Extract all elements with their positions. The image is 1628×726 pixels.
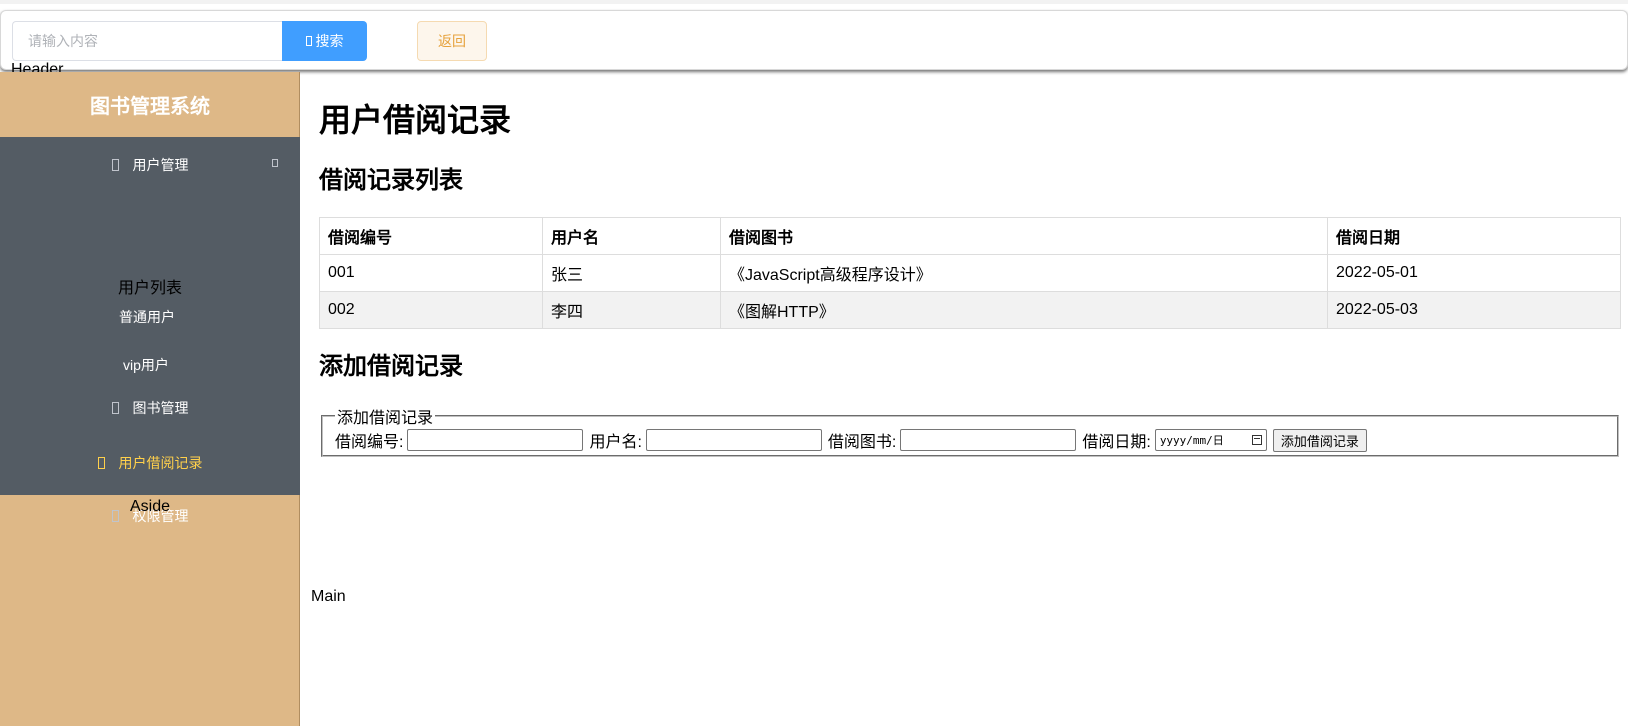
sidebar-item-vip-users[interactable]: vip用户 (123, 355, 169, 375)
sidebar-item-user-management[interactable]: 用户管理 (0, 137, 300, 193)
column-header: 借阅图书 (720, 217, 1328, 255)
username-input[interactable] (645, 429, 822, 451)
borrow-id-input[interactable] (407, 429, 584, 451)
form-legend: 添加借阅记录 (337, 410, 434, 427)
sidebar-item-regular-users[interactable]: 普通用户 (119, 307, 175, 327)
header-bar: 搜索 返回 (0, 10, 1628, 70)
sidebar-item-label: 用户借阅记录 (118, 455, 203, 471)
table-cell: 001 (319, 254, 543, 292)
sidebar-item-borrow-records[interactable]: 用户借阅记录 (0, 435, 300, 491)
browser-top-strip (0, 0, 1628, 4)
column-header: 用户名 (542, 217, 721, 255)
aside-region-label: Aside (130, 498, 171, 515)
search-button[interactable]: 搜索 (282, 21, 367, 61)
main-region-label: Main (311, 588, 346, 605)
table-row: 001 张三 《JavaScript高级程序设计》 2022-05-01 (319, 254, 1621, 292)
sidebar-menu: 用户管理 用户列表 普通用户 vip用户 图书管理 用户借阅记录 权限管理 (0, 137, 300, 524)
column-header: 借阅编号 (319, 217, 543, 255)
table-cell: 张三 (542, 254, 721, 292)
borrow-records-table: 借阅编号 用户名 借阅图书 借阅日期 001 张三 《JavaScript高级程… (319, 217, 1621, 329)
table-cell: 《图解HTTP》 (720, 291, 1328, 329)
calendar-icon[interactable] (1251, 435, 1262, 445)
table-row: 002 李四 《图解HTTP》 2022-05-03 (319, 291, 1621, 329)
borrow-id-label: 借阅编号: (335, 434, 404, 451)
page-title: 用户借阅记录 (319, 102, 512, 138)
table-header-row: 借阅编号 用户名 借阅图书 借阅日期 (319, 217, 1621, 255)
table-cell: 002 (319, 291, 543, 329)
list-section-title: 借阅记录列表 (319, 167, 463, 194)
table-cell: 李四 (542, 291, 721, 329)
table-cell: 《JavaScript高级程序设计》 (720, 254, 1328, 292)
menu-group-title-user-list: 用户列表 (118, 280, 183, 297)
username-label: 用户名: (589, 434, 642, 451)
book-label: 借阅图书: (827, 434, 897, 451)
app-title: 图书管理系统 (90, 96, 210, 118)
add-record-form: 添加借阅记录 借阅编号: 用户名: 借阅图书: 借阅日期: yyyy/mm/日 … (321, 404, 1619, 457)
book-icon (111, 402, 119, 414)
sidebar-item-label: 图书管理 (132, 400, 189, 416)
form-row: 借阅编号: 用户名: 借阅图书: 借阅日期: yyyy/mm/日 添加借阅记录 (335, 426, 1605, 454)
search-input[interactable] (12, 21, 282, 61)
date-placeholder: yyyy/mm/日 (1159, 434, 1224, 447)
sidebar-item-book-management[interactable]: 图书管理 (0, 380, 300, 436)
sidebar-item-label: 用户管理 (132, 157, 189, 173)
record-icon (97, 457, 105, 469)
sidebar: 图书管理系统 用户管理 用户列表 普通用户 vip用户 图书管理 用户借阅记录 … (0, 72, 300, 726)
user-icon (111, 159, 119, 171)
add-record-button[interactable]: 添加借阅记录 (1272, 428, 1367, 452)
add-section-title: 添加借阅记录 (319, 353, 463, 380)
table-cell: 2022-05-03 (1327, 291, 1621, 329)
search-icon (305, 36, 312, 46)
book-input[interactable] (900, 429, 1077, 451)
date-input[interactable]: yyyy/mm/日 (1154, 429, 1267, 451)
date-label: 借阅日期: (1082, 434, 1151, 451)
search-button-label: 搜索 (315, 33, 344, 49)
main-content: 用户借阅记录 借阅记录列表 借阅编号 用户名 借阅图书 借阅日期 001 张三 … (300, 72, 1628, 726)
lock-icon (111, 510, 119, 522)
table-cell: 2022-05-01 (1327, 254, 1621, 292)
back-button[interactable]: 返回 (417, 21, 487, 61)
column-header: 借阅日期 (1327, 217, 1621, 255)
chevron-up-icon (272, 159, 278, 167)
